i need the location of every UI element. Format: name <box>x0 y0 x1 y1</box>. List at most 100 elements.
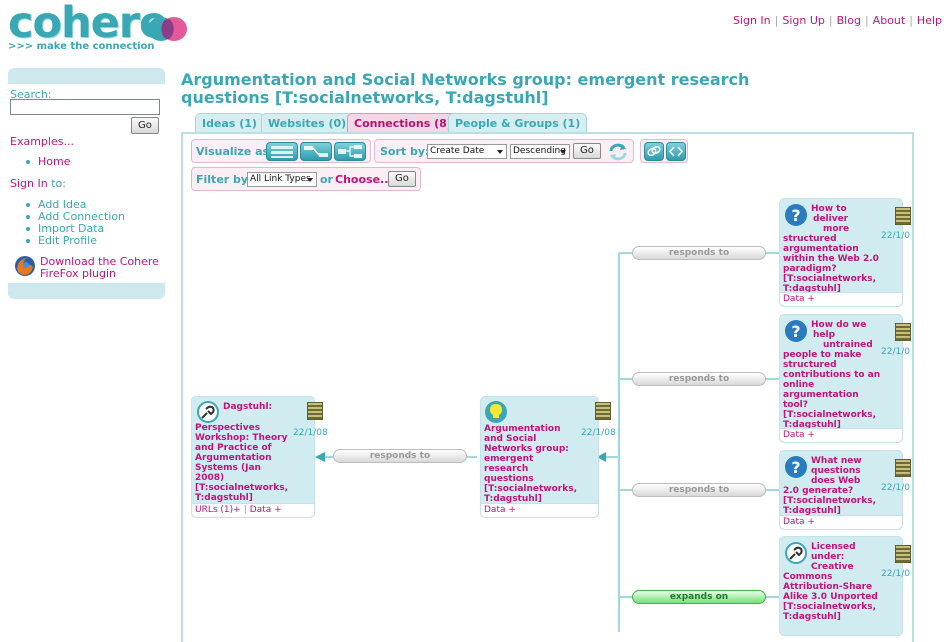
idea-node-right-4[interactable]: Licensed under: Creative 22/1/0 Commons At… <box>779 536 911 636</box>
about-link[interactable]: About <box>873 14 906 27</box>
sidebar: Search: Go Examples... Home Sign In to: … <box>8 68 165 299</box>
sort-order-select[interactable]: Descending <box>510 144 570 159</box>
author-avatar <box>895 323 911 341</box>
logo-tagline: >>> make the connection <box>8 41 155 52</box>
tab-connections[interactable]: Connections (8) <box>347 113 459 133</box>
node-date: 22/1/08 <box>581 428 616 438</box>
node-date: 22/1/0 <box>881 483 910 493</box>
tab-websites[interactable]: Websites (0) <box>261 113 354 133</box>
action-list: Add Idea Add Connection Import Data Edit… <box>26 199 125 247</box>
author-avatar <box>307 402 323 420</box>
node-title-line: untrained <box>823 340 873 350</box>
action-group <box>640 139 688 163</box>
node-title-line: deliver <box>813 214 849 224</box>
idea-node-center[interactable]: 22/1/08 Argumentation and Social Network… <box>480 396 616 518</box>
tree-view-icon[interactable] <box>334 142 366 161</box>
blog-link[interactable]: Blog <box>837 14 861 27</box>
question-icon: ? <box>785 320 807 342</box>
nav-separator: | <box>909 14 913 27</box>
node-data-link[interactable]: Data + <box>250 505 282 515</box>
cohere-mark-icon <box>148 17 187 41</box>
sort-field-select[interactable]: Create Date <box>427 144 507 159</box>
link-label-pill[interactable]: responds to <box>632 372 766 386</box>
sort-go-button[interactable]: Go <box>573 143 601 159</box>
question-icon: ? <box>785 204 807 226</box>
node-data-link[interactable]: Data + <box>783 294 815 304</box>
network-view-icon[interactable] <box>300 142 332 161</box>
node-footer: Data + <box>780 515 902 529</box>
link-icon[interactable] <box>644 142 664 161</box>
sign-in-to-label: Sign In to: <box>10 177 66 190</box>
svg-text:?: ? <box>791 322 800 341</box>
nav-separator: | <box>828 14 833 27</box>
nav-separator: | <box>774 14 779 27</box>
node-title-line: How to <box>811 204 847 214</box>
edit-profile-link[interactable]: Edit Profile <box>26 235 125 247</box>
idea-node-left[interactable]: Dagstuhl: 22/1/08 Perspectives Workshop:… <box>191 396 328 518</box>
idea-node-right-2[interactable]: ? How do we help untrained 22/1/0 people t… <box>779 314 911 443</box>
tab-ideas[interactable]: Ideas (1) <box>195 113 264 133</box>
node-footer: Data + <box>780 292 902 306</box>
link-label-pill[interactable]: responds to <box>632 246 766 260</box>
example-home-link[interactable]: Home <box>26 156 70 168</box>
node-data-link[interactable]: Data + <box>783 517 815 527</box>
idea-node-right-1[interactable]: ? How to deliver more 22/1/0 structured ar… <box>779 198 911 307</box>
page-title: Argumentation and Social Networks group:… <box>181 70 750 107</box>
sort-label: Sort by: <box>380 145 430 158</box>
node-footer: Data + <box>780 428 902 442</box>
node-data-link[interactable]: Data + <box>783 430 815 440</box>
sort-order-value: Descending <box>513 146 566 156</box>
nav-separator: | <box>864 14 869 27</box>
sign-in-link[interactable]: Sign In <box>733 14 771 27</box>
reference-icon <box>785 542 807 564</box>
tab-people-groups[interactable]: People & Groups (1) <box>448 113 588 133</box>
author-avatar <box>895 459 911 477</box>
embed-icon[interactable] <box>666 142 686 161</box>
node-date: 22/1/0 <box>881 569 910 579</box>
node-title: How to deliver more <box>811 204 871 234</box>
link-label-pill[interactable]: responds to <box>632 483 766 497</box>
node-title-line: Creative <box>811 562 854 572</box>
sidebar-sign-in-link[interactable]: Sign In <box>10 177 48 190</box>
sidebar-body: Search: Go Examples... Home Sign In to: … <box>8 84 165 283</box>
sort-field-value: Create Date <box>430 146 485 156</box>
top-nav: Sign In | Sign Up | Blog | About | Help <box>733 14 942 27</box>
sign-up-link[interactable]: Sign Up <box>782 14 825 27</box>
node-urls-link[interactable]: URLs (1)+ <box>195 505 241 515</box>
filter-or-label: or <box>320 173 333 186</box>
examples-label: Examples... <box>10 135 74 148</box>
node-title-line: What new <box>811 456 862 466</box>
idea-node-right-3[interactable]: ? What new questions does Web 22/1/0 2.0 g… <box>779 450 911 530</box>
chevron-down-icon <box>560 150 566 154</box>
node-footer: URLs (1)+ | Data + <box>192 503 314 517</box>
link-label-pill[interactable]: responds to <box>333 449 467 463</box>
list-view-icon[interactable] <box>266 142 298 161</box>
node-date: 22/1/0 <box>881 231 910 241</box>
visualize-group: Visualize as: <box>191 139 371 163</box>
author-avatar <box>595 402 611 420</box>
refresh-icon[interactable] <box>607 142 629 162</box>
author-avatar <box>895 207 911 225</box>
node-description: people to make structured contributions … <box>783 350 881 430</box>
firefox-icon[interactable] <box>14 255 36 277</box>
choose-link-types-link[interactable]: Choose... <box>335 173 393 186</box>
firefox-plugin-link[interactable]: Download the Cohere FireFox plugin <box>40 256 160 280</box>
author-avatar <box>895 545 911 563</box>
link-type-filter-select[interactable]: All Link Types <box>247 172 317 187</box>
node-data-link[interactable]: Data + <box>484 505 516 515</box>
search-go-button[interactable]: Go <box>131 117 159 134</box>
filter-go-button[interactable]: Go <box>388 171 416 187</box>
node-title: Dagstuhl: <box>223 402 273 412</box>
chevron-down-icon <box>497 150 503 154</box>
node-description: Commons Attribution-Share Alike 3.0 Unpo… <box>783 572 878 622</box>
filter-value: All Link Types <box>250 174 311 184</box>
cohere-logo[interactable]: cohere >>> make the connection <box>8 0 188 54</box>
node-title-line: under: <box>811 552 845 562</box>
sidebar-cap-bottom <box>8 283 165 299</box>
node-title: Licensed under: Creative <box>811 542 871 572</box>
link-label-pill[interactable]: expands on <box>632 590 766 604</box>
node-title: What new questions does Web <box>811 456 871 486</box>
search-input[interactable] <box>10 99 160 115</box>
svg-text:?: ? <box>791 458 800 477</box>
help-link[interactable]: Help <box>917 14 942 27</box>
